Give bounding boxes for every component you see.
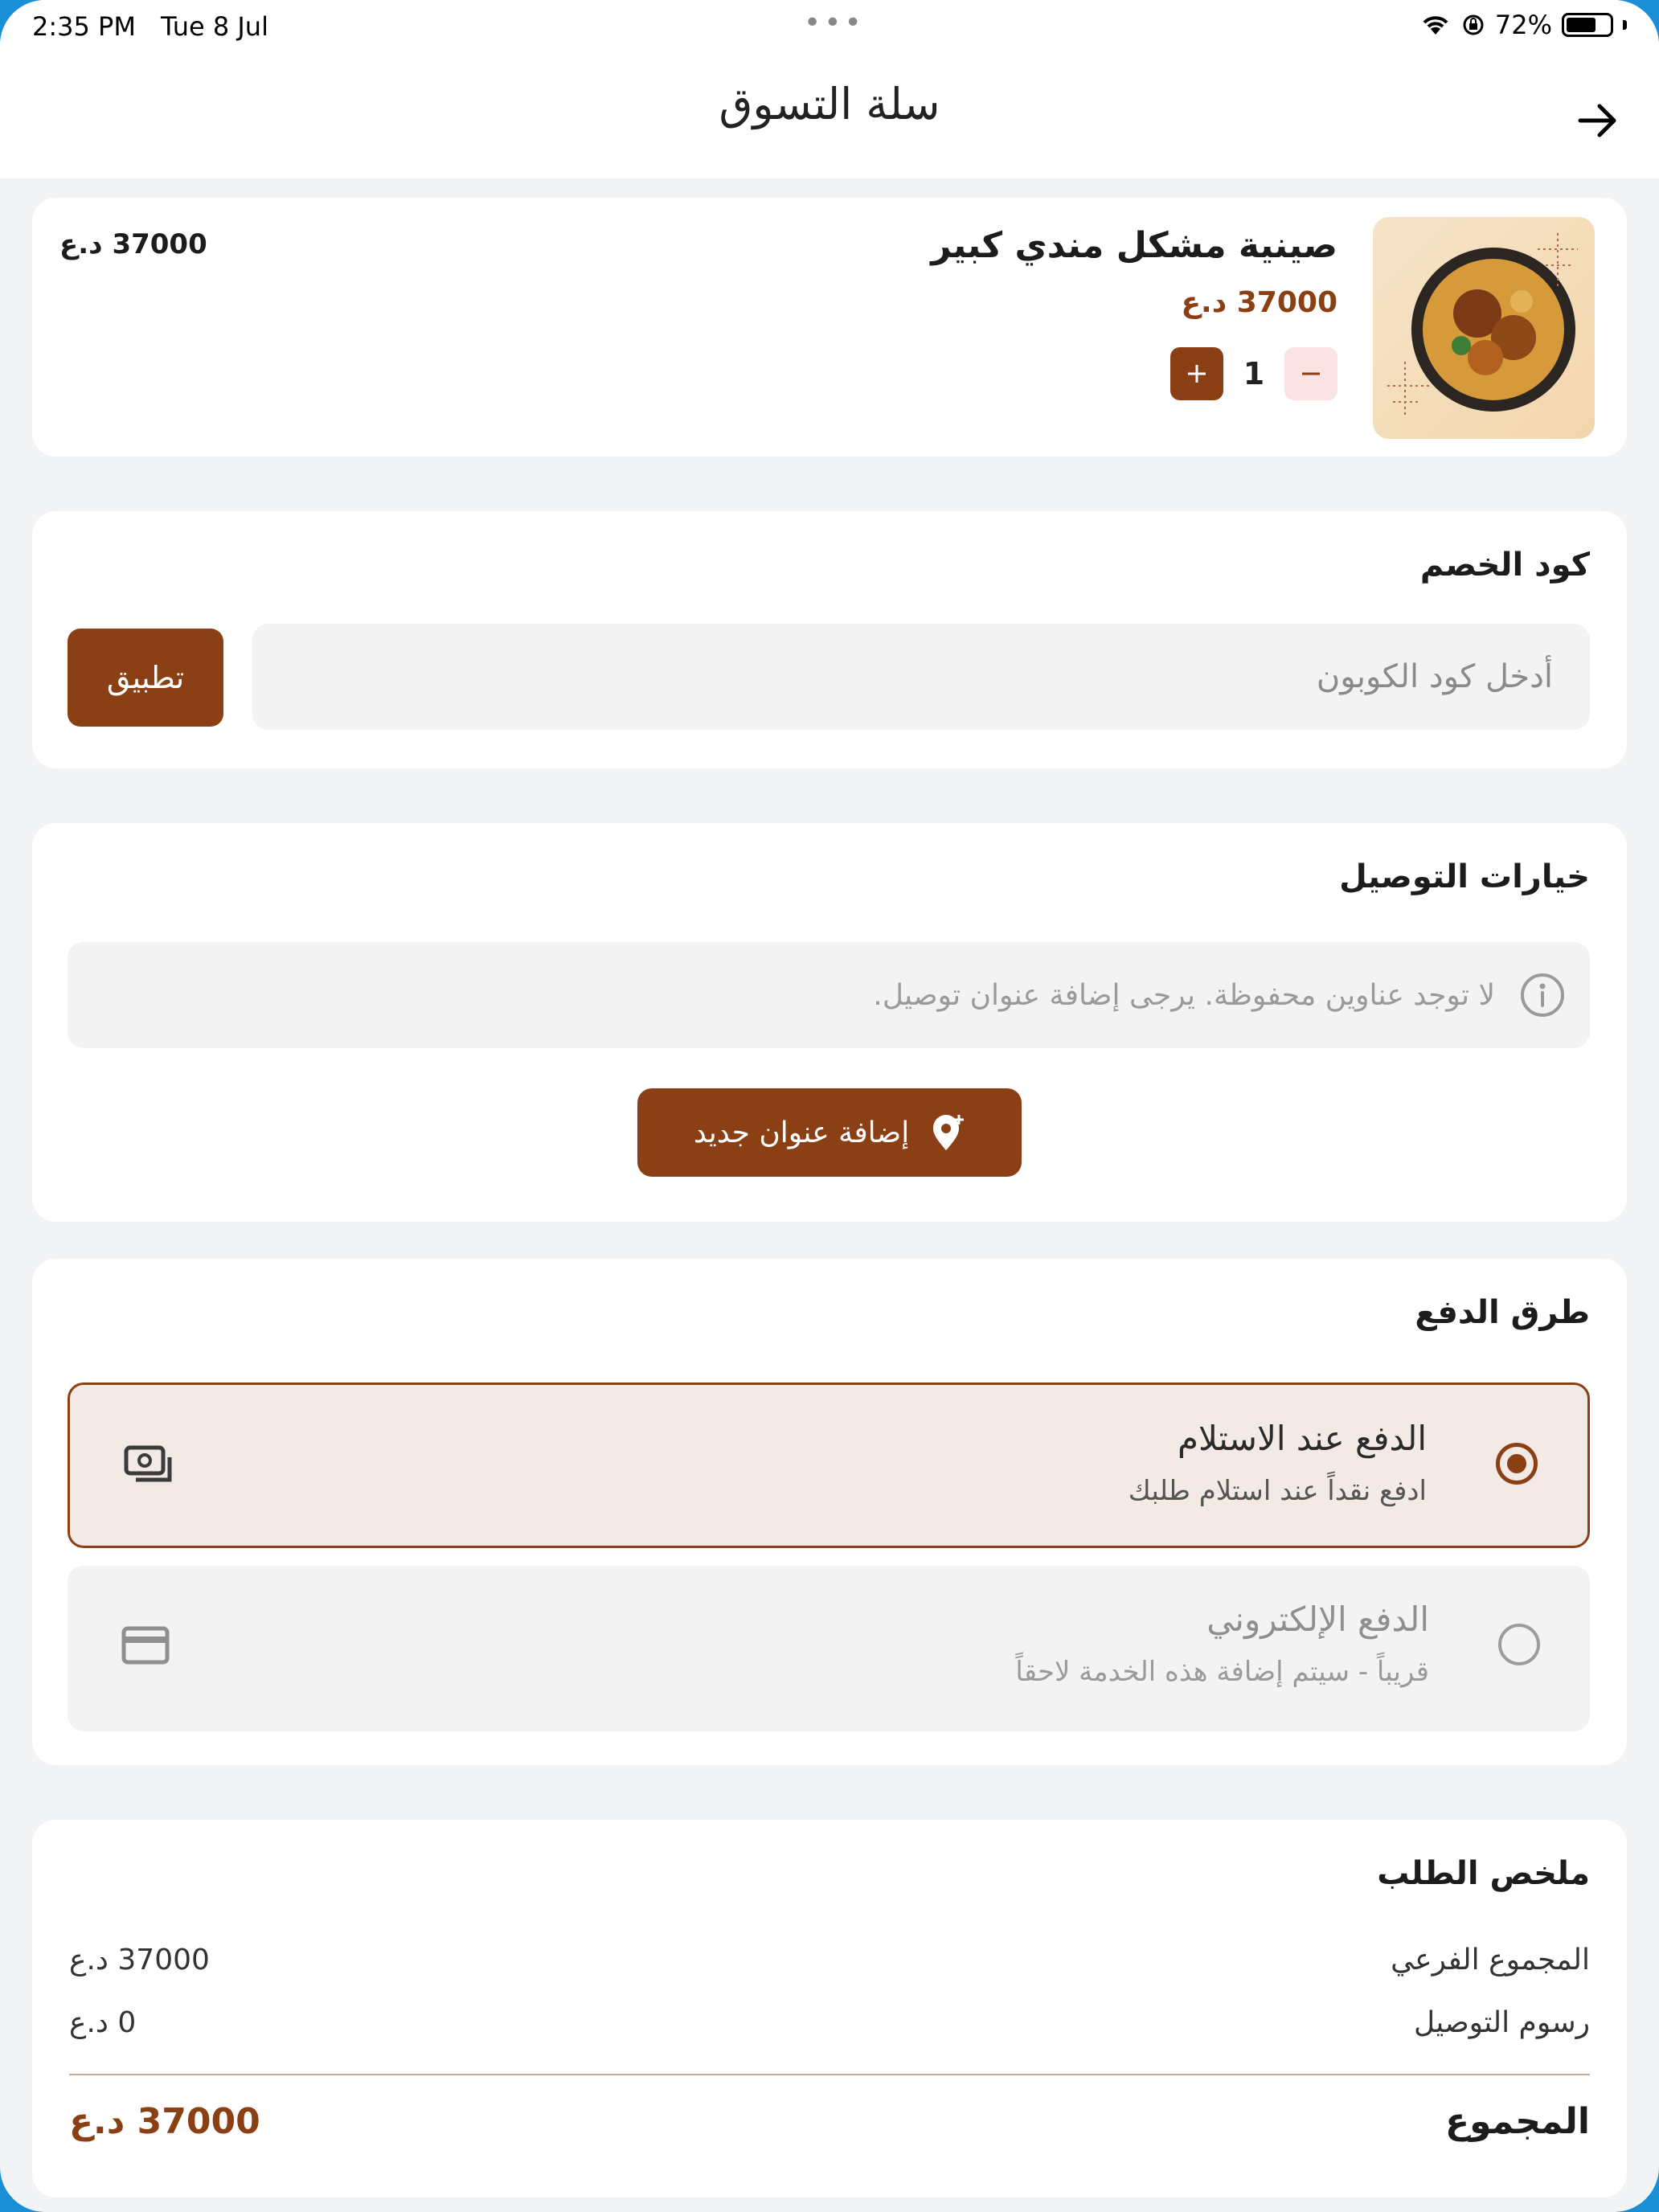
- app-header: سلة التسوق: [0, 56, 1659, 178]
- order-summary-card: ملخص الطلب المجموع الفرعي 37000 د.ع رسوم…: [32, 1820, 1627, 2198]
- payment-option-title: الدفع الإلكتروني: [1206, 1600, 1429, 1639]
- battery-tip: [1623, 20, 1627, 30]
- add-address-label: إضافة عنوان جديد: [693, 1116, 910, 1149]
- item-name: صينية مشكل مندي كبير: [931, 225, 1337, 266]
- total-label: المجموع: [1445, 2101, 1590, 2142]
- apply-coupon-button[interactable]: تطبيق: [68, 629, 223, 727]
- quantity-stepper: 1: [1170, 347, 1337, 400]
- payment-option-subtitle: قريباً - سيتم إضافة هذه الخدمة لاحقاً: [1015, 1656, 1429, 1688]
- coupon-title: كود الخصم: [1419, 547, 1590, 584]
- coupon-input[interactable]: أدخل كود الكوبون: [252, 624, 1590, 730]
- payment-title: طرق الدفع: [1415, 1294, 1590, 1331]
- battery-percent: 72%: [1494, 10, 1552, 40]
- status-time: 2:35 PM: [32, 11, 136, 42]
- battery-icon: [1562, 13, 1613, 37]
- page-title: سلة التسوق: [719, 79, 940, 129]
- coupon-card: كود الخصم أدخل كود الكوبون تطبيق: [32, 511, 1627, 768]
- delivery-title: خيارات التوصيل: [1339, 858, 1590, 895]
- mandi-tray-image: [1387, 233, 1578, 418]
- battery-level: [1567, 18, 1596, 32]
- subtotal-label: المجموع الفرعي: [1391, 1944, 1590, 1976]
- cash-icon: [124, 1445, 172, 1482]
- total-value: 37000 د.ع: [69, 2101, 260, 2142]
- delivery-fee-value: 0 د.ع: [69, 2006, 137, 2039]
- item-image: [1373, 217, 1595, 439]
- delivery-fee-label: رسوم التوصيل: [1413, 2006, 1590, 2039]
- credit-card-icon: [121, 1626, 170, 1665]
- payment-option-cash[interactable]: الدفع عند الاستلام ادفع نقداً عند استلام…: [68, 1382, 1590, 1548]
- plus-icon: [1188, 365, 1206, 383]
- arrow-right-icon: [1578, 104, 1616, 137]
- radio-selected-icon[interactable]: [1496, 1443, 1538, 1485]
- minus-icon: [1302, 372, 1320, 375]
- item-total: 37000 د.ع: [59, 228, 207, 260]
- multitasking-dots-icon[interactable]: •••: [804, 6, 865, 39]
- status-bar: 2:35 PM Tue 8 Jul ••• 72%: [0, 0, 1659, 56]
- increase-quantity-button[interactable]: [1170, 347, 1223, 400]
- add-location-icon: [933, 1115, 965, 1150]
- orientation-lock-icon: [1463, 14, 1484, 35]
- payment-option-title: الدفع عند الاستلام: [1178, 1419, 1427, 1458]
- no-address-text: لا توجد عناوين محفوظة. يرجى إضافة عنوان …: [873, 978, 1495, 1012]
- info-icon: [1521, 973, 1564, 1017]
- status-date: Tue 8 Jul: [161, 11, 268, 42]
- app-screen: 2:35 PM Tue 8 Jul ••• 72% سلة التسوق صين…: [0, 0, 1659, 2212]
- quantity-value: 1: [1243, 356, 1265, 391]
- no-address-message: لا توجد عناوين محفوظة. يرجى إضافة عنوان …: [68, 942, 1590, 1048]
- status-indicators: 72%: [1419, 10, 1627, 40]
- payment-option-electronic[interactable]: الدفع الإلكتروني قريباً - سيتم إضافة هذه…: [68, 1566, 1590, 1731]
- payment-option-subtitle: ادفع نقداً عند استلام طلبك: [1128, 1475, 1427, 1507]
- subtotal-value: 37000 د.ع: [69, 1944, 210, 1976]
- back-button[interactable]: [1569, 92, 1627, 150]
- wifi-icon: [1423, 16, 1448, 35]
- cart-item-card: صينية مشكل مندي كبير 37000 د.ع 37000 د.ع…: [32, 198, 1627, 457]
- radio-unselected-icon[interactable]: [1498, 1624, 1540, 1665]
- delivery-card: خيارات التوصيل لا توجد عناوين محفوظة. ير…: [32, 823, 1627, 1222]
- summary-divider: [69, 2074, 1590, 2075]
- payment-card: طرق الدفع الدفع عند الاستلام ادفع نقداً …: [32, 1259, 1627, 1765]
- add-address-button[interactable]: إضافة عنوان جديد: [637, 1088, 1022, 1177]
- summary-title: ملخص الطلب: [1377, 1855, 1590, 1892]
- decrease-quantity-button[interactable]: [1284, 347, 1337, 400]
- item-price: 37000 د.ع: [1181, 286, 1337, 319]
